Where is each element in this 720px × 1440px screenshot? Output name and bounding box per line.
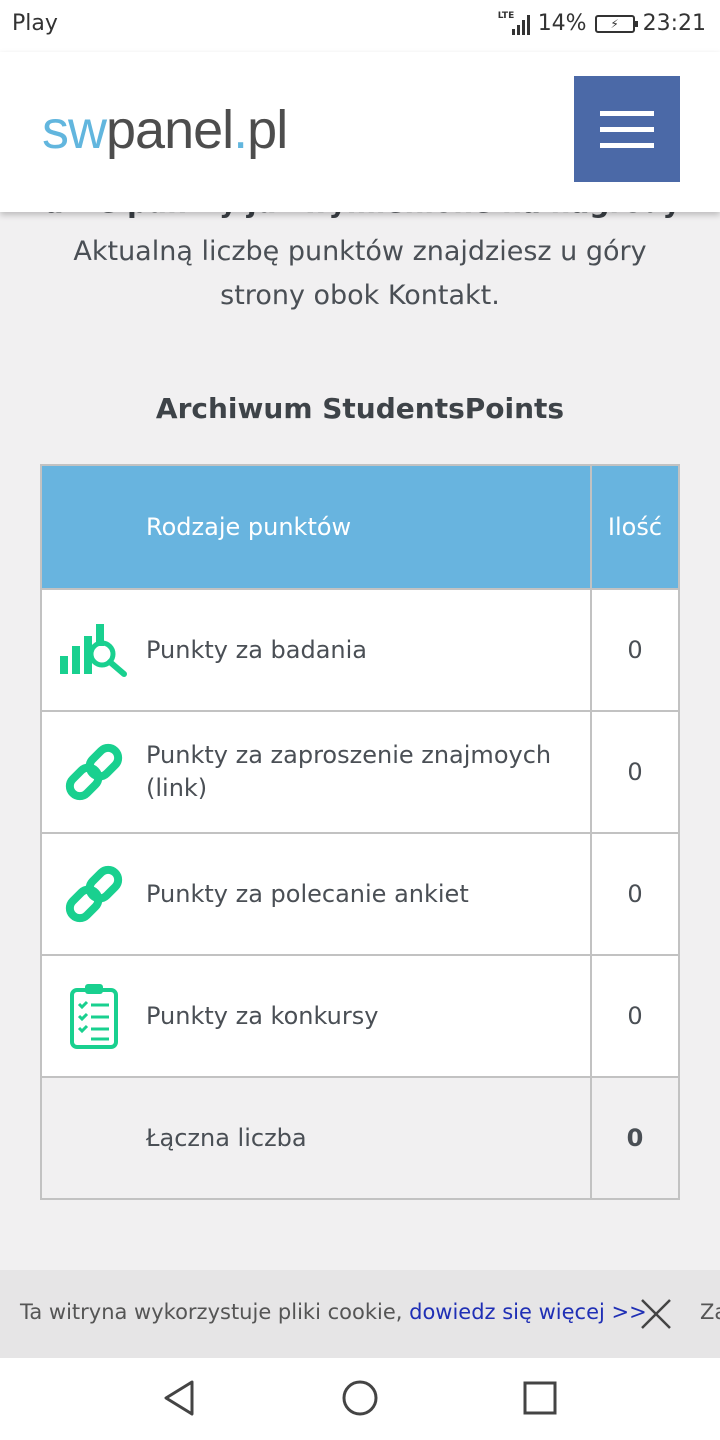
table-header-row: Rodzaje punktów Ilość (42, 466, 678, 588)
header-qty: Ilość (590, 466, 678, 588)
row-label: Punkty za konkursy (146, 1001, 379, 1030)
total-icon-cell (42, 1078, 146, 1198)
home-icon[interactable] (340, 1378, 380, 1418)
signal-icon: LTE (497, 10, 530, 35)
total-value: 0 (590, 1078, 678, 1198)
cookie-banner: Ta witryna wykorzystuje pliki cookie, do… (0, 1270, 720, 1358)
hamburger-menu-button[interactable] (574, 76, 680, 182)
menu-bar (600, 110, 654, 116)
logo-panel: panel (106, 100, 234, 160)
back-icon[interactable] (160, 1378, 200, 1418)
clock: 23:21 (642, 11, 706, 36)
row-value: 0 (590, 712, 678, 832)
logo-sw: sw (42, 100, 107, 160)
row-value: 0 (590, 590, 678, 710)
site-logo[interactable]: swpanel.pl (42, 100, 288, 160)
table-row: Punkty za badania 0 (42, 588, 678, 710)
table-row: Punkty za zaproszenie znajmoych (link) 0 (42, 710, 678, 832)
section-title: Archiwum StudentsPoints (155, 392, 565, 425)
system-nav-bar (0, 1358, 720, 1440)
row-label: Punkty za badania (146, 635, 368, 664)
points-table: Rodzaje punktów Ilość Punkty za badania … (40, 464, 680, 1200)
intro-text: Aktualną liczbę punktów znajdziesz u gór… (73, 236, 647, 311)
network-type: LTE (497, 10, 515, 21)
close-icon[interactable] (636, 1294, 676, 1334)
header-icon-cell (42, 466, 146, 588)
cookie-accept-button[interactable]: Za (700, 1300, 720, 1324)
logo-tld: pl (247, 100, 288, 160)
row-label: Punkty za polecanie ankiet (146, 879, 469, 908)
cookie-text: Ta witryna wykorzystuje pliki cookie, do… (20, 1300, 647, 1324)
table-row: Punkty za polecanie ankiet 0 (42, 832, 678, 954)
battery-charging-icon: ⚡ (594, 14, 638, 33)
status-bar: Play LTE 14% ⚡ 23:21 (0, 0, 720, 52)
total-label: Łączna liczba (146, 1123, 307, 1152)
menu-bar (600, 142, 654, 148)
research-chart-icon (60, 624, 127, 677)
carrier-name: Play (12, 11, 58, 36)
table-total-row: Łączna liczba 0 (42, 1076, 678, 1198)
battery-percent: 14% (537, 11, 587, 36)
row-value: 0 (590, 834, 678, 954)
menu-bar (600, 126, 654, 132)
clipboard-checklist-icon (70, 984, 118, 1049)
row-value: 0 (590, 956, 678, 1076)
logo-dot: . (233, 100, 248, 160)
row-label: Punkty za zaproszenie znajmoych (link) (146, 741, 552, 802)
table-row: Punkty za konkursy 0 (42, 954, 678, 1076)
cookie-message: Ta witryna wykorzystuje pliki cookie, (20, 1300, 410, 1324)
status-indicators: LTE 14% ⚡ 23:21 (497, 10, 706, 37)
cookie-more-link[interactable]: dowiedz się więcej >> (409, 1300, 647, 1324)
link-icon (65, 743, 123, 801)
recents-icon[interactable] (520, 1378, 560, 1418)
link-icon (65, 865, 123, 923)
site-header: swpanel.pl (0, 52, 720, 212)
header-name: Rodzaje punktów (146, 512, 352, 541)
